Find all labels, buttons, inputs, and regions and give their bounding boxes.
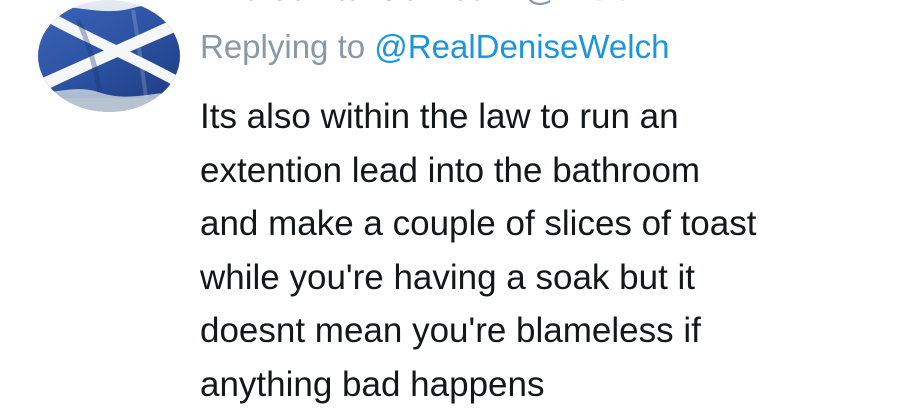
reply-handle-link[interactable]: @RealDeniseWelch: [374, 28, 669, 65]
replying-to-line: Replying to @RealDeniseWelch: [200, 26, 669, 68]
separator-dot: ·: [673, 0, 684, 8]
timestamp[interactable]: 1h: [704, 0, 742, 8]
tweet-text-line: and make a couple of slices of toast: [200, 204, 757, 244]
tweet-text-line: while you're having a soak but it: [200, 257, 696, 297]
replying-to-label: Replying to: [200, 28, 366, 65]
tweet: TheIceManCometh @Welt... · 1h Replying t…: [0, 0, 900, 420]
tweet-text-line: extention lead into the bathroom: [200, 150, 701, 190]
scottish-saltire-flag-icon: [38, 0, 180, 112]
tweet-text-line: Its also within the law to run an: [200, 97, 679, 136]
tweet-text-line: doesnt mean you're blameless if: [200, 311, 701, 351]
avatar[interactable]: [38, 0, 180, 112]
tweet-text: Its also within the law to run an extent…: [200, 90, 880, 412]
tweet-text-line: anything bad happens: [200, 364, 545, 404]
user-handle[interactable]: @Welt...: [524, 0, 654, 8]
display-name[interactable]: TheIceManCometh: [200, 0, 502, 8]
tweet-header: TheIceManCometh @Welt... · 1h: [200, 0, 742, 8]
